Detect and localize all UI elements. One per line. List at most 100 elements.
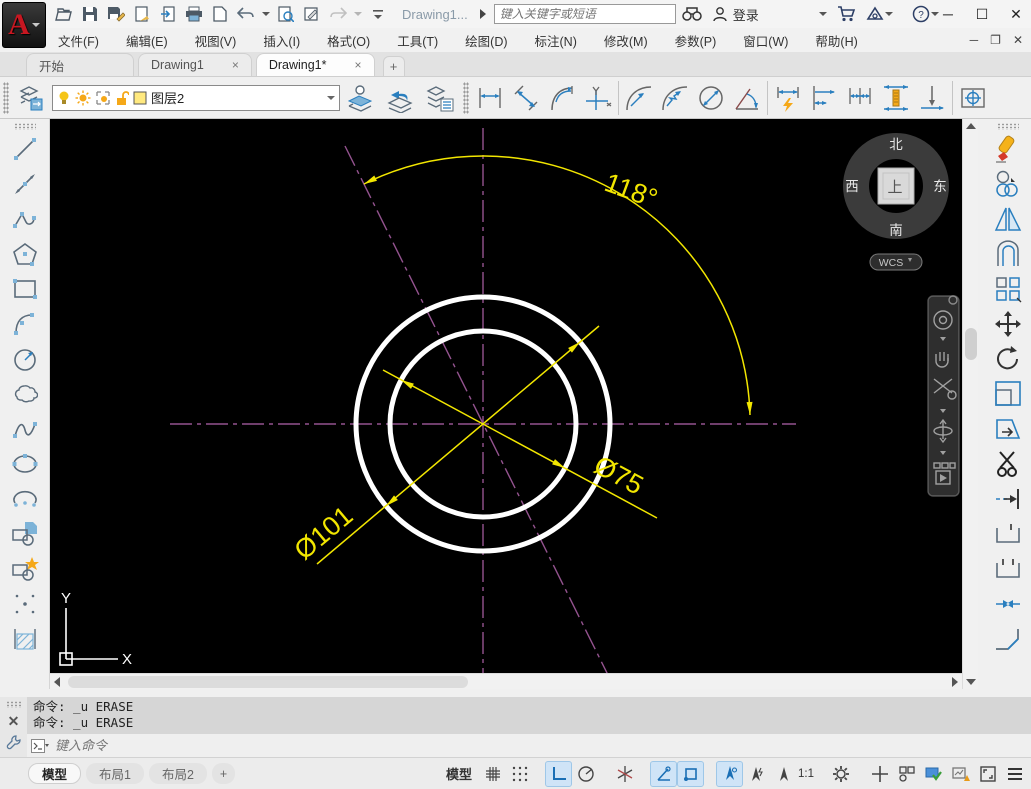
horizontal-scrollbar[interactable] [50, 673, 962, 689]
customize-status-bar-button[interactable] [1002, 762, 1027, 786]
drawing-canvas[interactable]: 118° Ø101 Ø75 Y X 上 [50, 119, 962, 673]
open-button[interactable] [54, 4, 74, 24]
save-button[interactable] [80, 4, 100, 24]
viewcube-west-label[interactable]: 西 [845, 179, 859, 194]
annotation-visibility-toggle[interactable] [717, 762, 742, 786]
navigation-bar[interactable] [928, 296, 959, 496]
rectangle-button[interactable] [6, 271, 44, 306]
hatch-button[interactable] [6, 621, 44, 656]
ellipse-arc-button[interactable] [6, 481, 44, 516]
layers-toolbar-grip[interactable] [3, 82, 9, 114]
menu-file[interactable]: 文件(F) [58, 31, 99, 50]
dim-ordinate-button[interactable] [580, 79, 616, 117]
object-snap-toggle[interactable] [678, 762, 703, 786]
model-space-background[interactable] [50, 119, 962, 673]
scroll-left-arrow[interactable] [54, 677, 60, 687]
redo-button[interactable] [328, 4, 348, 24]
layer-adjust-button[interactable] [12, 79, 52, 117]
menu-dimension[interactable]: 标注(N) [535, 31, 577, 50]
maximize-button[interactable]: ☐ [973, 6, 991, 23]
batch-plot-button[interactable] [132, 4, 152, 24]
application-menu-button[interactable]: A [2, 2, 46, 48]
hardware-acceleration-button[interactable] [921, 762, 946, 786]
minimize-button[interactable]: ─ [939, 6, 957, 22]
scale-button[interactable] [989, 376, 1027, 411]
new-tab-button[interactable]: + [383, 56, 405, 76]
revision-cloud-button[interactable] [6, 376, 44, 411]
horizontal-scroll-thumb[interactable] [68, 676, 468, 688]
command-input[interactable] [55, 738, 1031, 753]
menu-view[interactable]: 视图(V) [195, 31, 237, 50]
spline-button[interactable] [6, 411, 44, 446]
command-history[interactable]: 命令: _u ERASE 命令: _u ERASE [27, 697, 1031, 734]
dim-diameter-button[interactable] [693, 79, 729, 117]
search-button[interactable] [682, 4, 702, 24]
export-button[interactable] [158, 4, 178, 24]
menu-window[interactable]: 窗口(W) [743, 31, 788, 50]
dim-radius-button[interactable] [621, 79, 657, 117]
arc-button[interactable] [6, 306, 44, 341]
menu-tools[interactable]: 工具(T) [397, 31, 438, 50]
print-button[interactable] [184, 4, 204, 24]
create-block-button[interactable] [6, 551, 44, 586]
performance-button[interactable] [948, 762, 973, 786]
trim-button[interactable] [989, 446, 1027, 481]
scroll-up-arrow[interactable] [966, 123, 976, 129]
rotate-button[interactable] [989, 341, 1027, 376]
menu-format[interactable]: 格式(O) [327, 31, 370, 50]
menu-insert[interactable]: 插入(I) [263, 31, 300, 50]
fullscreen-button[interactable] [975, 762, 1000, 786]
join-button[interactable] [989, 586, 1027, 621]
new-layout-button[interactable]: + [212, 763, 235, 784]
insert-block-button[interactable] [6, 516, 44, 551]
ellipse-button[interactable] [6, 446, 44, 481]
vertical-scroll-thumb[interactable] [965, 328, 977, 360]
viewcube-north-label[interactable]: 北 [889, 137, 903, 152]
move-button[interactable] [989, 306, 1027, 341]
signin-dropdown-caret[interactable] [819, 12, 827, 16]
dim-arc-length-button[interactable] [544, 79, 580, 117]
tab-start[interactable]: 开始 [26, 53, 134, 76]
tab-drawing1-modified[interactable]: Drawing1* × [256, 53, 375, 76]
help-button[interactable]: ? [911, 4, 931, 24]
dimension-toolbar-grip[interactable] [463, 82, 469, 114]
offset-button[interactable] [989, 236, 1027, 271]
wcs-menu[interactable]: WCS [870, 254, 922, 270]
doc-close-button[interactable]: ✕ [1013, 33, 1023, 47]
settings-button[interactable] [828, 762, 853, 786]
save-as-button[interactable] [106, 4, 126, 24]
polyline-button[interactable] [6, 201, 44, 236]
tab-drawing1[interactable]: Drawing1 × [138, 53, 252, 76]
dim-linear-button[interactable] [472, 79, 508, 117]
stretch-button[interactable] [989, 411, 1027, 446]
chevron-down-icon[interactable] [327, 96, 335, 100]
dim-angular-button[interactable] [729, 79, 765, 117]
menu-help[interactable]: 帮助(H) [815, 31, 857, 50]
line-button[interactable] [6, 131, 44, 166]
object-snap-tracking-toggle[interactable] [651, 762, 676, 786]
layer-unlock-icon[interactable] [115, 90, 129, 106]
construction-line-button[interactable] [6, 166, 44, 201]
undo-button[interactable] [236, 4, 256, 24]
viewcube[interactable]: 上 北 南 西 东 [845, 137, 947, 238]
viewcube-east-label[interactable]: 东 [933, 179, 947, 194]
menu-edit[interactable]: 编辑(E) [126, 31, 168, 50]
dim-spacing-button[interactable] [878, 79, 914, 117]
close-button[interactable]: ✕ [1007, 6, 1025, 23]
snap-toggle[interactable] [507, 762, 532, 786]
undo-dropdown-caret[interactable] [262, 12, 270, 16]
annotation-autoscale-toggle[interactable] [744, 762, 769, 786]
viewcube-top-label[interactable]: 上 [887, 179, 902, 196]
layout-tab-layout1[interactable]: 布局1 [86, 763, 144, 784]
layout-tab-layout2[interactable]: 布局2 [149, 763, 207, 784]
share-dropdown-caret[interactable] [885, 12, 893, 16]
copy-button[interactable] [989, 166, 1027, 201]
dim-aligned-button[interactable] [508, 79, 544, 117]
polygon-button[interactable] [6, 236, 44, 271]
vertical-scrollbar[interactable] [962, 119, 978, 689]
isolate-objects-button[interactable] [894, 762, 919, 786]
grid-toggle[interactable] [480, 762, 505, 786]
plot-preview-button[interactable] [276, 4, 296, 24]
quick-dimension-button[interactable] [770, 79, 806, 117]
scroll-down-arrow[interactable] [966, 679, 976, 685]
